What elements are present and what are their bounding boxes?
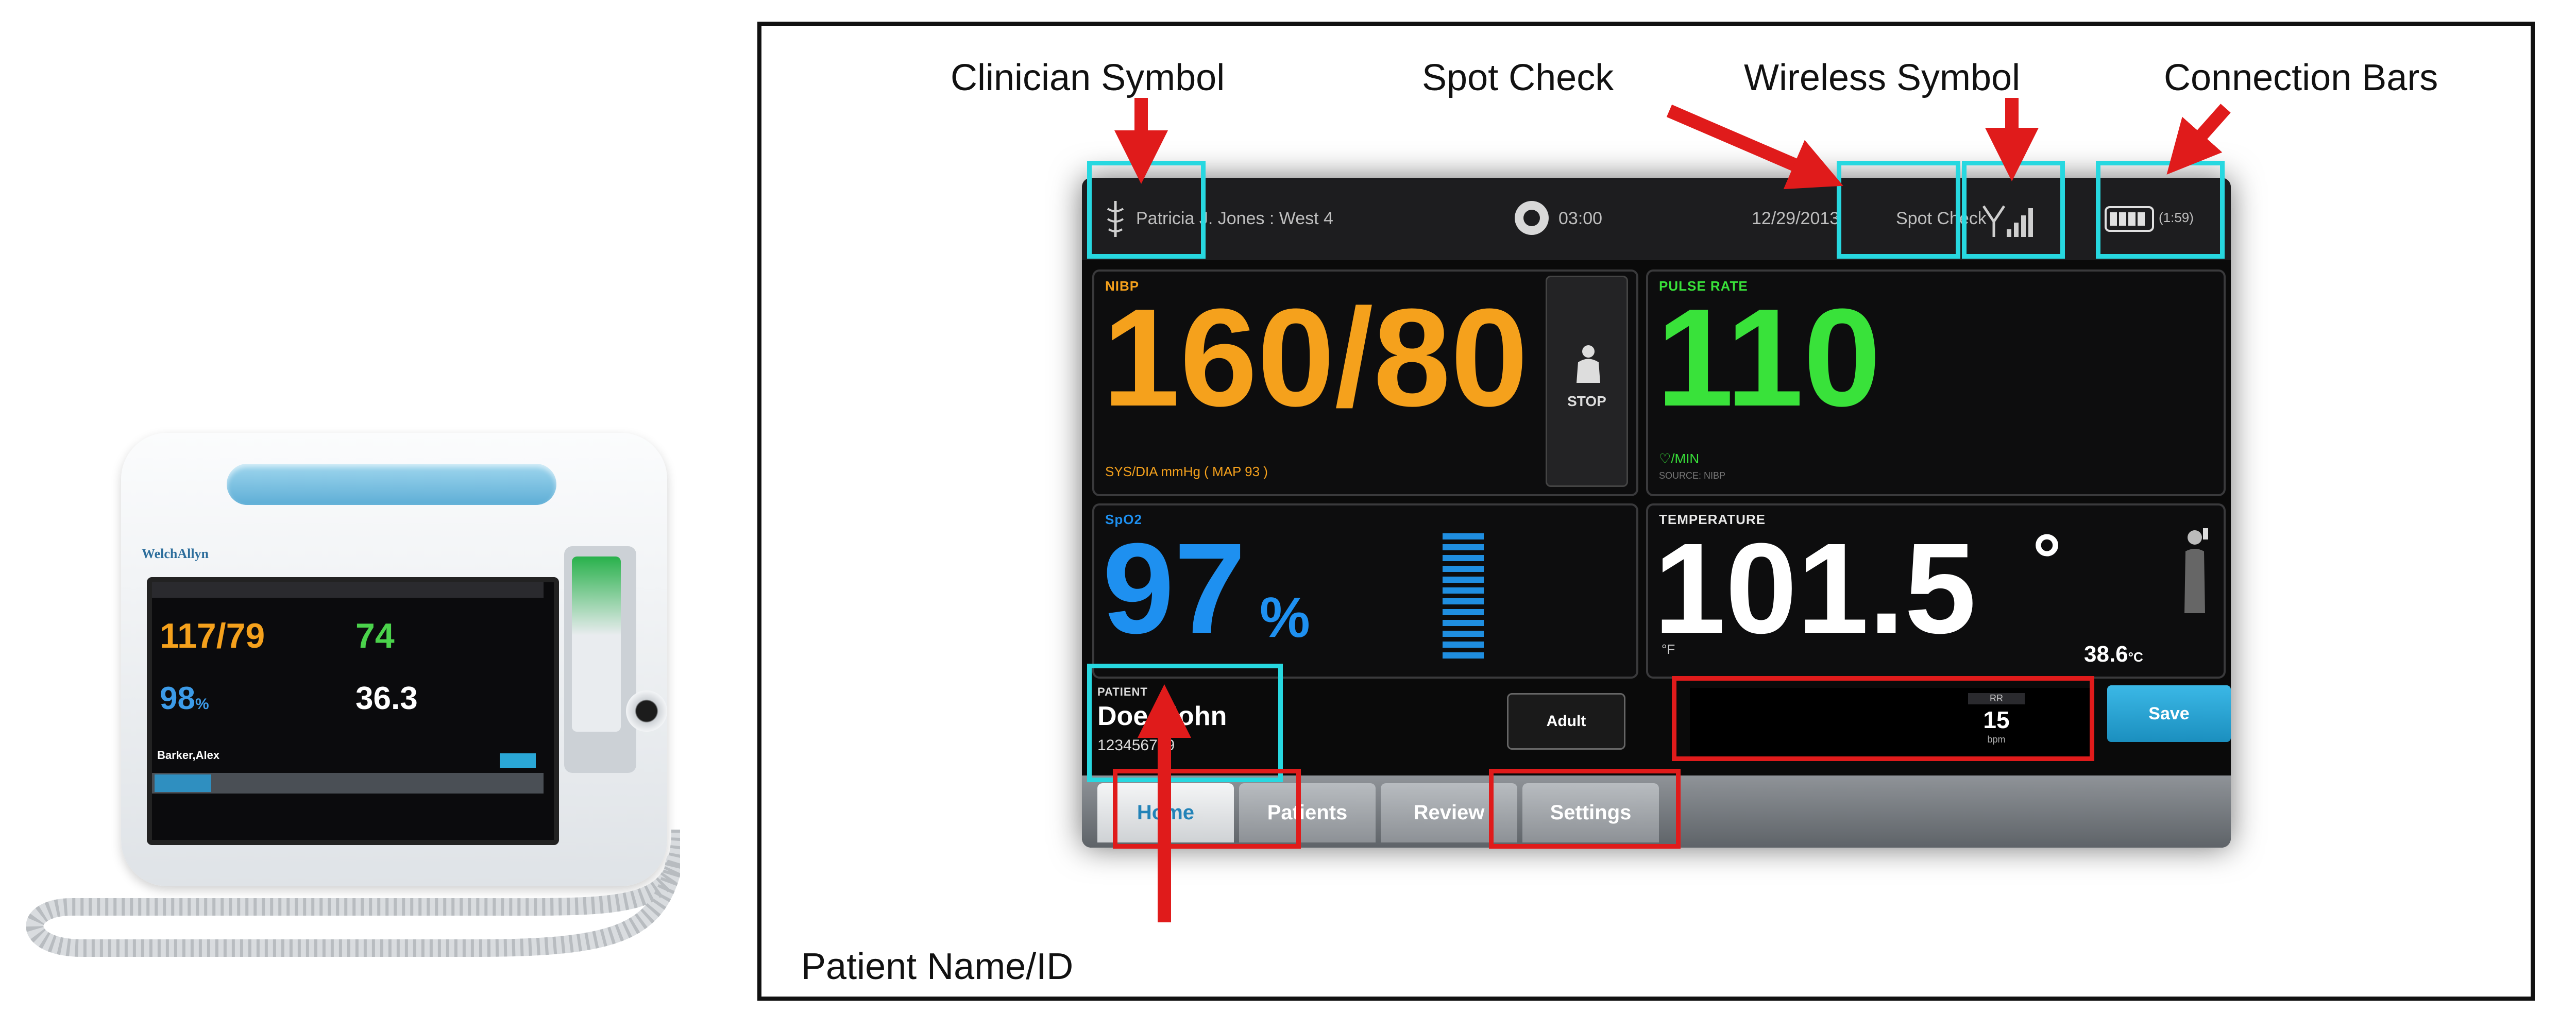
device-bp-value: 117/79 [160, 616, 265, 655]
nibp-value: 160/80 [1103, 280, 1528, 435]
date-display: 12/29/2013 [1752, 209, 1840, 228]
temperature-unit-f: °F [1662, 642, 1675, 657]
pulse-source: SOURCE: NIBP [1659, 470, 1726, 481]
highlight-wireless-symbol [1962, 161, 2065, 259]
highlight-clinician-symbol [1087, 161, 1206, 259]
spo2-pulse-amplitude-bar [1443, 533, 1484, 662]
pulse-rate-unit: ♡/MIN [1659, 451, 1700, 466]
callout-patient-name-id: Patient Name/ID [801, 946, 1074, 987]
temperature-degree: ° [2032, 519, 2061, 600]
monitor-device-photo: WelchAllyn 117/79 74 98% 36.3 Barker,Ale… [0, 0, 721, 1012]
callout-wireless-symbol: Wireless Symbol [1744, 57, 2021, 98]
highlight-patient-name-id [1087, 664, 1283, 782]
temperature-value: 101.5 [1654, 516, 1976, 660]
device-temp-value: 36.3 [355, 681, 418, 716]
temperature-celsius-value: 38.6 [2084, 642, 2128, 667]
device-pulse-value: 74 [355, 616, 395, 655]
highlight-review-tab [1489, 769, 1681, 849]
spo2-value: 97 [1103, 516, 1246, 660]
device-spo2-number: 98 [160, 681, 195, 716]
pulse-rate-value: 110 [1656, 280, 1881, 435]
device-brand-logo: WelchAllyn [142, 546, 209, 561]
interval-timer: 03:00 [1558, 209, 1603, 228]
body-site-icon [2184, 528, 2208, 613]
callout-connection-bars: Connection Bars [2164, 57, 2438, 98]
highlight-home-tab [1113, 769, 1301, 849]
probe-connector [626, 690, 667, 732]
device-status-bar [152, 582, 544, 598]
callout-clinician-symbol: Clinician Symbol [951, 57, 1225, 98]
device-patient-name: Barker,Alex [157, 749, 220, 762]
temperature-celsius-unit: °C [2128, 649, 2143, 665]
device-spo2-value: 98% [160, 680, 209, 717]
device-spo2-unit: % [195, 696, 209, 713]
highlight-respiration-rate [1672, 676, 2094, 761]
spo2-unit: % [1260, 586, 1310, 649]
coiled-cable [26, 830, 680, 957]
device-home-tab [155, 774, 211, 792]
device-save-button [500, 753, 536, 768]
person-icon [1577, 345, 1600, 383]
timer-clock-icon [1515, 201, 1549, 235]
nibp-subtitle: SYS/DIA mmHg ( MAP 93 ) [1105, 464, 1268, 479]
highlight-spot-check [1837, 161, 1960, 259]
patient-type-button[interactable]: Adult [1507, 693, 1625, 750]
highlight-connection-bars [2096, 161, 2225, 259]
device-handle [227, 464, 556, 505]
callout-spot-check: Spot Check [1422, 57, 1614, 98]
save-button[interactable]: Save [2107, 685, 2231, 742]
thermometer-probe [572, 556, 621, 732]
temperature-celsius: 38.6°C [2084, 642, 2143, 667]
stop-label: STOP [1567, 393, 1606, 409]
nibp-stop-button[interactable]: STOP [1546, 276, 1628, 487]
